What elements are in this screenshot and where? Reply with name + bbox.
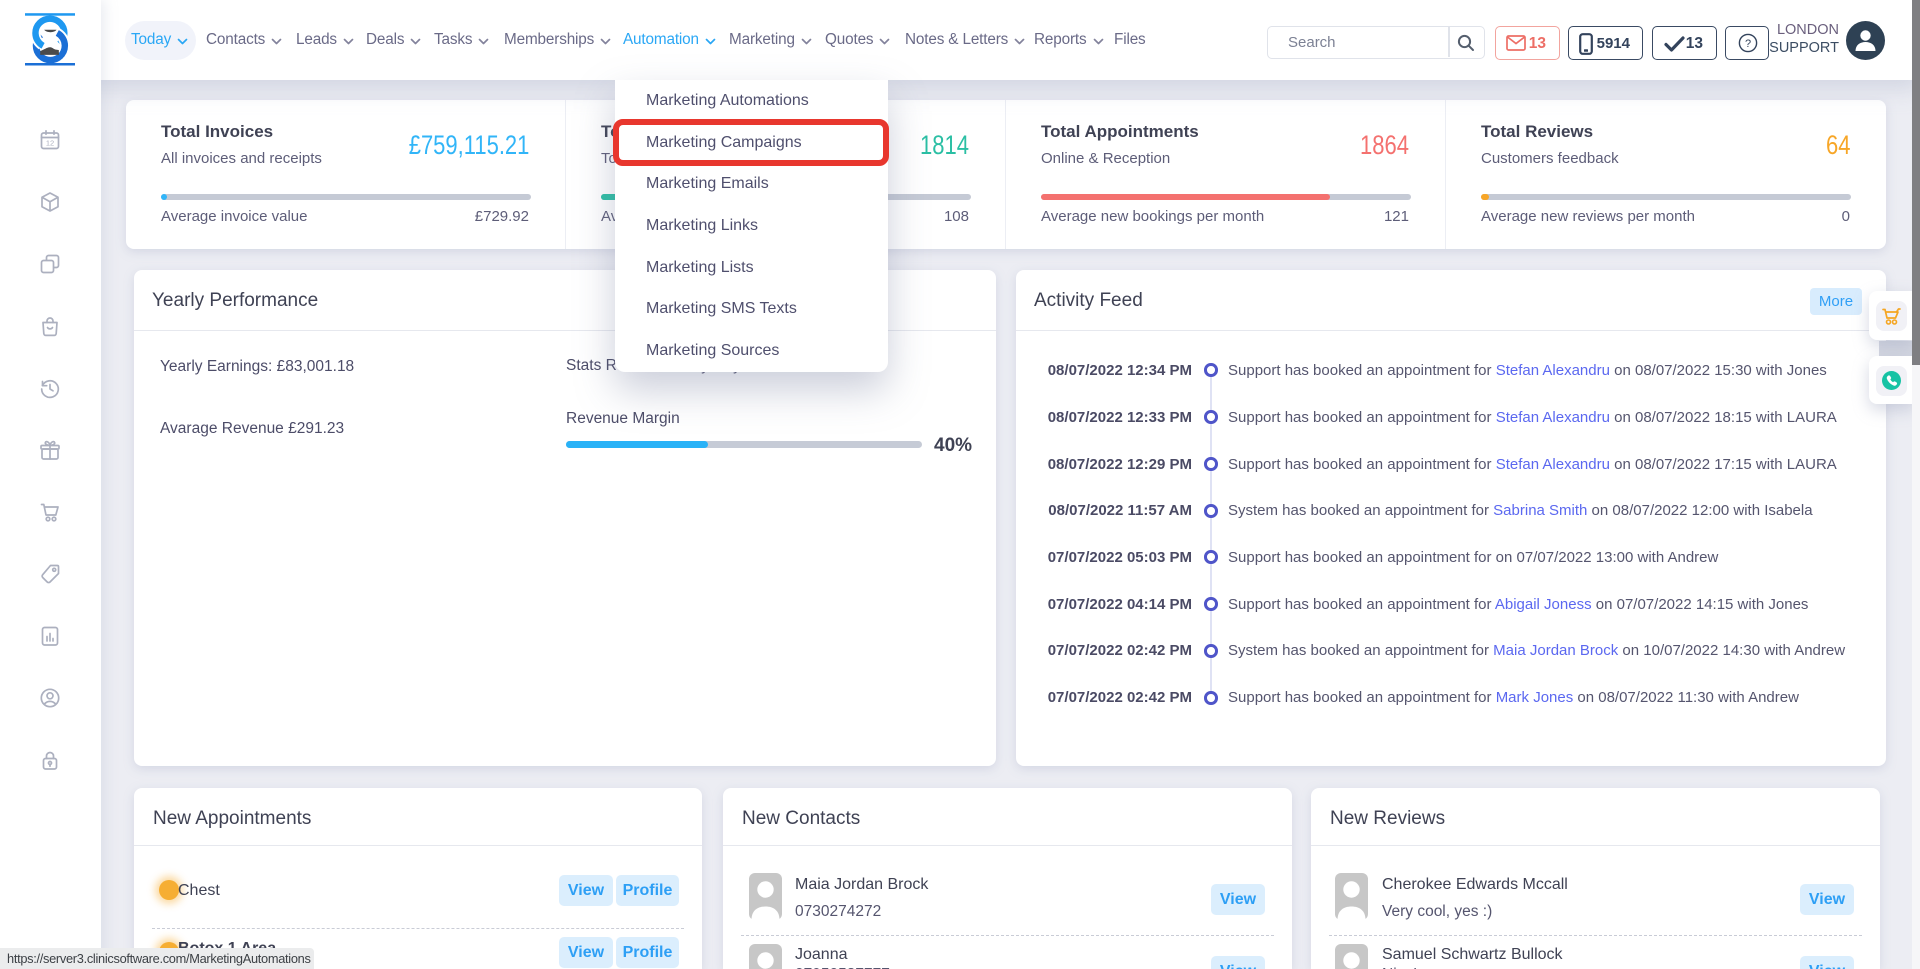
svg-text:12: 12: [46, 139, 54, 148]
